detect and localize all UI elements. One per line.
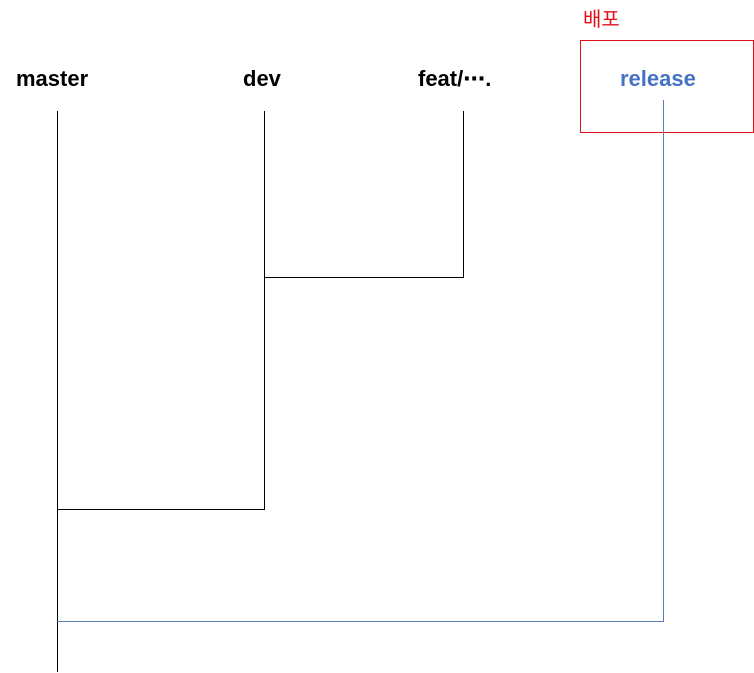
branch-label-feature: feat/⋯. — [418, 66, 492, 91]
master-branch-line — [57, 111, 58, 672]
deploy-label: 배포 — [583, 9, 620, 31]
branch-label-dev: dev — [243, 66, 281, 91]
dev-branch-line — [264, 111, 265, 510]
release-to-master-merge-line — [57, 621, 664, 622]
feature-to-dev-merge-line — [264, 277, 464, 278]
feature-branch-line — [463, 111, 464, 278]
branch-label-master: master — [16, 66, 89, 91]
dev-to-master-merge-line — [57, 509, 265, 510]
deploy-highlight-box — [580, 40, 754, 133]
release-branch-line — [663, 100, 664, 622]
